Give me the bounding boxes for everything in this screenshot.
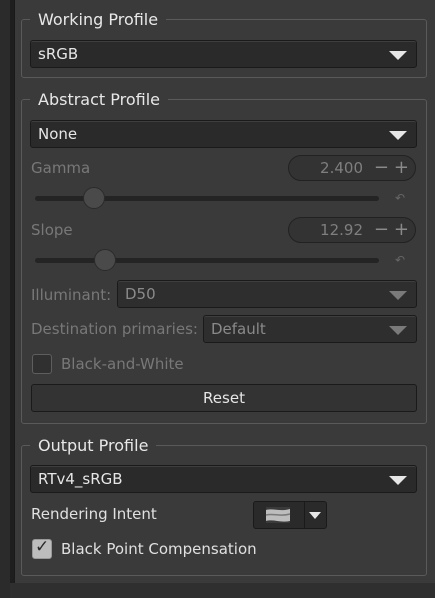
perceptual-intent-icon: [265, 507, 291, 523]
slope-spinbox[interactable]: 12.92 − +: [288, 217, 416, 243]
color-management-panel: Working Profile sRGB Abstract Profile No…: [14, 0, 435, 583]
checkmark-icon: ✓: [35, 537, 50, 557]
abstract-profile-value: None: [38, 125, 78, 143]
slope-value: 12.92: [320, 221, 363, 239]
minus-icon[interactable]: −: [374, 158, 389, 178]
slope-slider-knob[interactable]: [93, 249, 116, 271]
working-profile-select[interactable]: sRGB: [30, 40, 417, 68]
bottom-strip: [10, 583, 435, 598]
working-profile-value: sRGB: [38, 45, 79, 63]
black-point-compensation-label: Black Point Compensation: [61, 540, 257, 558]
chevron-down-icon: [389, 326, 407, 335]
rendering-intent-button[interactable]: [253, 501, 327, 529]
undo-icon[interactable]: ↶: [395, 191, 405, 205]
gamma-value: 2.400: [320, 159, 363, 177]
black-point-compensation-checkbox[interactable]: ✓: [32, 537, 52, 559]
abstract-profile-select[interactable]: None: [30, 120, 417, 148]
output-profile-legend: Output Profile: [38, 436, 149, 455]
slope-slider[interactable]: [35, 258, 379, 263]
output-profile-select[interactable]: RTv4_sRGB: [30, 465, 417, 493]
working-profile-legend: Working Profile: [38, 10, 159, 29]
abstract-profile-legend: Abstract Profile: [38, 90, 160, 109]
chevron-down-icon[interactable]: [309, 512, 321, 519]
undo-icon[interactable]: ↶: [395, 253, 405, 267]
chevron-down-icon: [389, 291, 407, 300]
gamma-spinbox[interactable]: 2.400 − +: [288, 155, 416, 181]
destination-primaries-select[interactable]: Default: [203, 315, 417, 343]
chevron-down-icon: [389, 51, 407, 60]
black-and-white-label: Black-and-White: [61, 355, 184, 373]
destination-primaries-label: Destination primaries:: [31, 320, 198, 338]
output-profile-value: RTv4_sRGB: [38, 470, 123, 488]
chevron-down-icon: [389, 131, 407, 140]
plus-icon[interactable]: +: [394, 220, 409, 240]
reset-button[interactable]: Reset: [31, 384, 417, 412]
plus-icon[interactable]: +: [394, 158, 409, 178]
destination-primaries-value: Default: [211, 320, 266, 338]
minus-icon[interactable]: −: [374, 220, 389, 240]
gamma-label: Gamma: [31, 159, 91, 177]
split-divider: [304, 502, 305, 528]
illuminant-select[interactable]: D50: [117, 280, 417, 308]
illuminant-label: Illuminant:: [31, 286, 112, 304]
chevron-down-icon: [389, 476, 407, 485]
slope-label: Slope: [31, 221, 73, 239]
black-and-white-checkbox[interactable]: [32, 354, 52, 374]
rendering-intent-label: Rendering Intent: [31, 505, 157, 523]
illuminant-value: D50: [125, 285, 156, 303]
